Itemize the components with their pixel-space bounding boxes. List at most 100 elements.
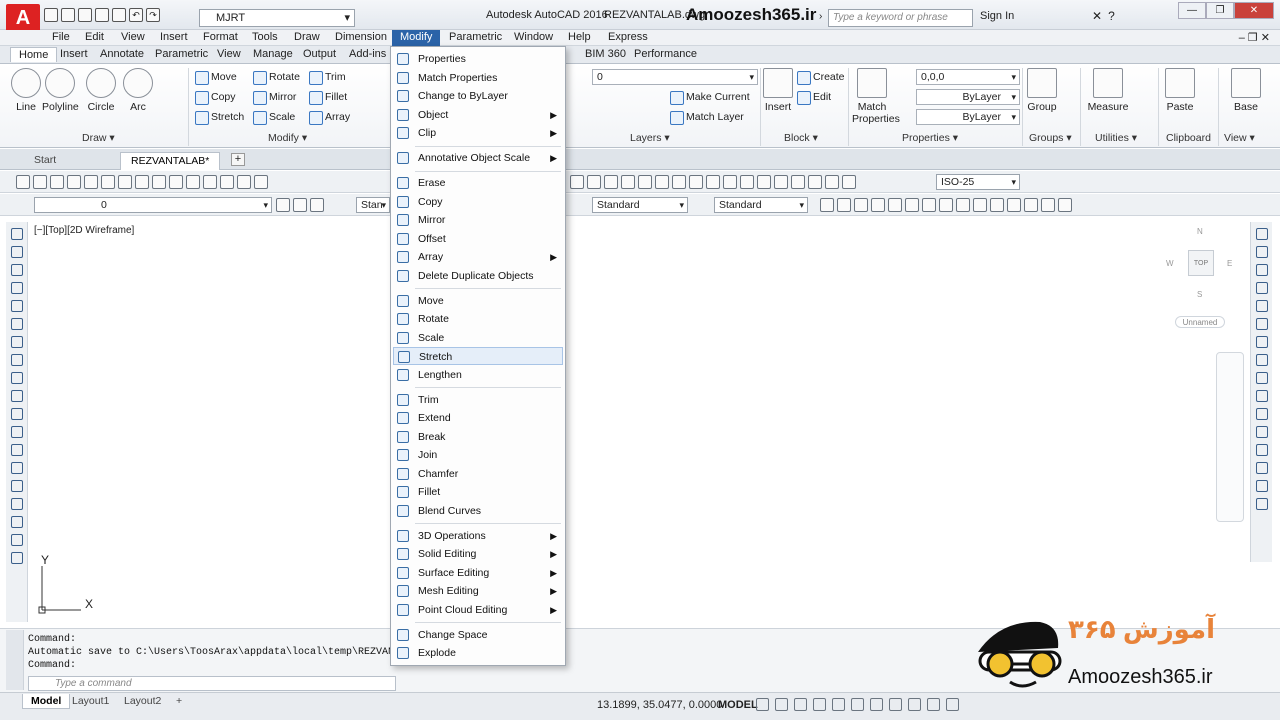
stretch-tool[interactable]: Stretch	[195, 109, 244, 125]
tab-view[interactable]: View	[217, 48, 241, 60]
dim-break-icon[interactable]	[723, 175, 737, 189]
insert-block-icon[interactable]	[10, 426, 23, 438]
modify-menu-item-3d-operations[interactable]: 3D Operations ▶	[393, 527, 563, 545]
insert-block-tool[interactable]: Insert	[760, 68, 796, 113]
zoom-icon[interactable]	[237, 175, 251, 189]
tab-parametric[interactable]: Parametric	[155, 48, 208, 60]
hatch-icon[interactable]	[10, 480, 23, 492]
copy-tool[interactable]: Copy	[195, 89, 236, 105]
modify-menu-item-offset[interactable]: Offset	[393, 230, 563, 248]
modify-menu-item-mirror[interactable]: Mirror	[393, 211, 563, 229]
snap-extension-icon[interactable]	[922, 198, 936, 212]
modify-menu-item-scale[interactable]: Scale	[393, 329, 563, 347]
menu-file[interactable]: File	[52, 31, 70, 43]
dim-baseline-icon[interactable]	[672, 175, 686, 189]
gradient-icon[interactable]	[10, 498, 23, 510]
tab-insert[interactable]: Insert	[60, 48, 88, 60]
polar-icon[interactable]	[813, 698, 826, 711]
block-group-label[interactable]: Block ▾	[784, 132, 818, 144]
snap-insert-icon[interactable]	[1024, 198, 1038, 212]
selection-cycling-icon[interactable]	[908, 698, 921, 711]
copy-icon[interactable]	[1255, 246, 1268, 258]
osnap-icon[interactable]	[832, 698, 845, 711]
modify-menu-item-delete-duplicate-objects[interactable]: Delete Duplicate Objects	[393, 267, 563, 285]
annotation-scale-icon[interactable]	[946, 698, 959, 711]
application-menu-button[interactable]: A	[6, 4, 40, 32]
color-combo[interactable]: 0,0,0	[916, 69, 1020, 85]
spline-icon[interactable]	[10, 372, 23, 384]
circle-icon[interactable]	[10, 336, 23, 348]
modify-menu-item-erase[interactable]: Erase	[393, 174, 563, 192]
redo-icon[interactable]	[203, 175, 217, 189]
model-space-button[interactable]: MODEL	[718, 699, 758, 711]
navigation-bar[interactable]	[1216, 352, 1244, 522]
grid-icon[interactable]	[756, 698, 769, 711]
modify-menu-item-solid-editing[interactable]: Solid Editing ▶	[393, 545, 563, 563]
make-block-icon[interactable]	[10, 444, 23, 456]
polyline-tool[interactable]: Polyline	[42, 68, 79, 113]
dim-continue-icon[interactable]	[689, 175, 703, 189]
dim-text-edit-icon[interactable]	[825, 175, 839, 189]
open-icon[interactable]	[33, 175, 47, 189]
open-icon[interactable]	[61, 8, 75, 22]
dim-angular-icon[interactable]	[655, 175, 669, 189]
explode-icon[interactable]	[1255, 498, 1268, 510]
create-block-button[interactable]: Create	[797, 69, 845, 85]
ortho-icon[interactable]	[794, 698, 807, 711]
array-tool[interactable]: Array	[309, 109, 350, 125]
menu-edit[interactable]: Edit	[85, 31, 104, 43]
layer-state-icon[interactable]	[293, 198, 307, 212]
pan-icon[interactable]	[220, 175, 234, 189]
menu-help[interactable]: Help	[568, 31, 591, 43]
tab-manage[interactable]: Manage	[253, 48, 293, 60]
measure-tool[interactable]: Measure	[1087, 68, 1129, 113]
redo-icon[interactable]: ↷	[146, 8, 160, 22]
paste-icon[interactable]	[152, 175, 166, 189]
dim-diameter-icon[interactable]	[638, 175, 652, 189]
snap-node-icon[interactable]	[1041, 198, 1055, 212]
viewcube-south[interactable]: S	[1197, 290, 1202, 299]
plot-icon[interactable]	[67, 175, 81, 189]
draw-group-label[interactable]: Draw ▾	[82, 132, 115, 144]
tab-annotate[interactable]: Annotate	[100, 48, 144, 60]
make-current-button[interactable]: Make Current	[670, 89, 750, 105]
trim-tool[interactable]: Trim	[309, 69, 346, 85]
modify-menu-item-move[interactable]: Move	[393, 292, 563, 310]
snap-icon[interactable]	[775, 698, 788, 711]
layer-match-icon[interactable]	[310, 198, 324, 212]
modify-menu-item-break[interactable]: Break	[393, 428, 563, 446]
command-input[interactable]: Type a command	[28, 676, 396, 691]
array-icon[interactable]	[1255, 300, 1268, 312]
file-tab-start[interactable]: Start	[24, 152, 66, 170]
command-window-handle[interactable]	[6, 630, 24, 690]
viewcube-east[interactable]: E	[1227, 259, 1232, 268]
group-tool[interactable]: Group	[1024, 68, 1060, 113]
snap-endpoint-icon[interactable]	[854, 198, 868, 212]
search-input[interactable]: Type a keyword or phrase	[828, 9, 973, 27]
line-icon[interactable]	[10, 228, 23, 240]
modify-menu-item-change-space[interactable]: Change Space	[393, 626, 563, 644]
modify-menu-item-stretch[interactable]: Stretch	[393, 347, 563, 365]
edit-block-button[interactable]: Edit	[797, 89, 831, 105]
ellipse-icon[interactable]	[10, 390, 23, 402]
viewcube-north[interactable]: N	[1197, 227, 1203, 236]
restore-button[interactable]: ❐	[1206, 2, 1234, 19]
erase-icon[interactable]	[1255, 228, 1268, 240]
move-icon[interactable]	[1255, 318, 1268, 330]
modify-group-label[interactable]: Modify ▾	[268, 132, 307, 144]
tolerance-icon[interactable]	[740, 175, 754, 189]
tab-home[interactable]: Home	[10, 47, 58, 62]
stretch-icon[interactable]	[1255, 372, 1268, 384]
layer-dropdown[interactable]: 0	[34, 197, 272, 213]
menu-view[interactable]: View	[121, 31, 145, 43]
view-group-label[interactable]: View ▾	[1224, 132, 1255, 144]
modify-menu-item-array[interactable]: Array ▶	[393, 248, 563, 266]
paste-tool[interactable]: Paste	[1162, 68, 1198, 113]
rectangle-icon[interactable]	[10, 300, 23, 312]
tab-bim-360[interactable]: BIM 360	[585, 48, 626, 60]
tablestyle-combo[interactable]: Standard	[592, 197, 688, 213]
layout-tab-layout2[interactable]: Layout2	[116, 694, 169, 708]
polygon-icon[interactable]	[10, 282, 23, 294]
menu-modify[interactable]: Modify	[392, 30, 441, 46]
dim-linear-icon[interactable]	[570, 175, 584, 189]
